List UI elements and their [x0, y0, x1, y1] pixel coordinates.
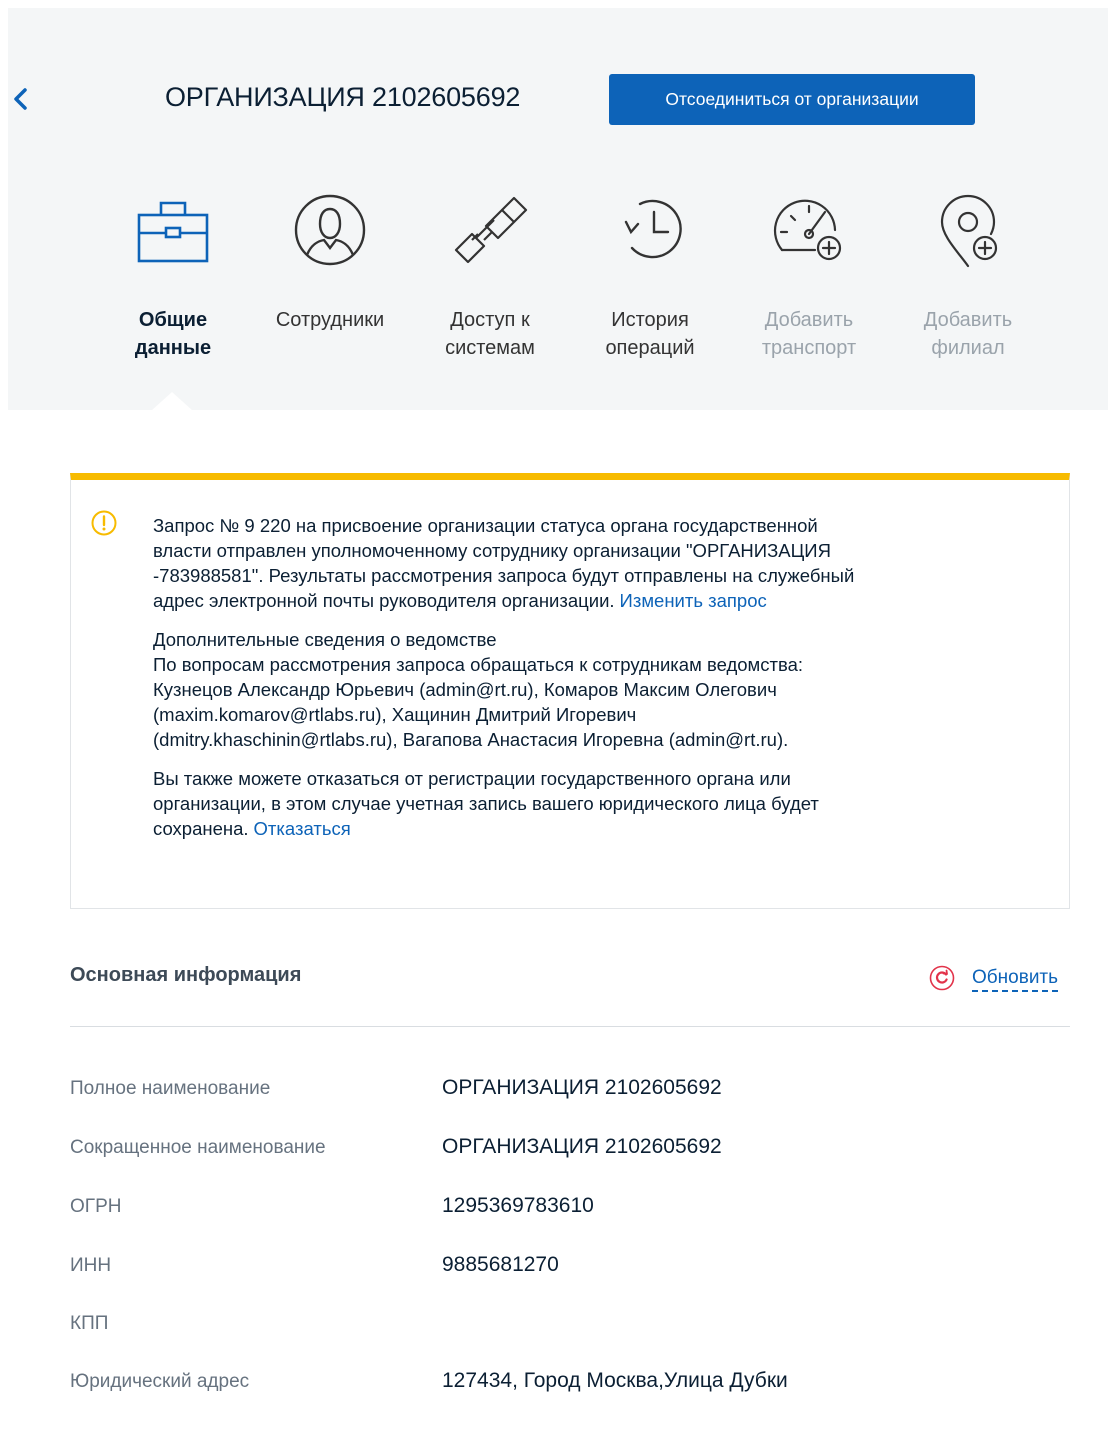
tab-label-line1: Общие	[138, 309, 208, 331]
info-label: ИНН	[70, 1255, 112, 1276]
warning-icon	[91, 510, 117, 536]
tab-add-branch[interactable]: Добавить филиал	[888, 190, 1048, 362]
refresh-icon[interactable]	[929, 965, 955, 991]
user-icon	[294, 194, 366, 266]
briefcase-icon	[137, 201, 209, 263]
info-value: 1295369783610	[442, 1194, 594, 1217]
tab-operations-history[interactable]: История операций	[570, 190, 730, 362]
disconnect-button[interactable]: Отсоединиться от организации	[609, 74, 975, 125]
tab-label-line2: данные	[134, 337, 212, 359]
tab-label-line2: системам	[445, 337, 535, 359]
chain-link-icon	[454, 196, 528, 264]
nav-tabs: Общие данные Сотрудники Доступ к система…	[93, 190, 1053, 370]
alert-line: Кузнецов Александр Юрьевич (admin@rt.ru)…	[153, 679, 777, 700]
alert-line: адрес электронной почты руководителя орг…	[153, 590, 615, 611]
tab-employees[interactable]: Сотрудники	[250, 190, 410, 334]
tab-label-line1: Доступ к	[450, 309, 530, 331]
tab-label-line1: Добавить	[764, 309, 854, 331]
tab-general-data[interactable]: Общие данные	[93, 190, 253, 362]
info-value: 9885681270	[442, 1253, 559, 1276]
speedometer-add-icon	[773, 199, 842, 261]
section-title: Основная информация	[70, 964, 302, 986]
active-tab-pointer	[152, 392, 192, 410]
info-row-ogrn: ОГРН 1295369783610	[70, 1194, 1070, 1226]
tab-label-line2: операций	[605, 337, 695, 359]
alert-box: Запрос № 9 220 на присвоение организации…	[70, 473, 1070, 909]
page-title: ОРГАНИЗАЦИЯ 2102605692	[165, 82, 521, 112]
history-icon	[624, 199, 682, 259]
info-row-kpp: КПП	[70, 1313, 1070, 1343]
tab-label-line1: История	[611, 309, 689, 331]
info-row-inn: ИНН 9885681270	[70, 1253, 1070, 1285]
alert-paragraph-decline: Вы также можете отказаться от регистраци…	[153, 766, 1023, 841]
alert-text: Запрос № 9 220 на присвоение организации…	[153, 513, 1023, 855]
info-label: ОГРН	[70, 1196, 122, 1217]
alert-line: Дополнительные сведения о ведомстве	[153, 629, 497, 650]
alert-line: организации, в этом случае учетная запис…	[153, 793, 819, 814]
info-row-short-name: Сокращенное наименование ОРГАНИЗАЦИЯ 210…	[70, 1135, 1070, 1167]
info-label: КПП	[70, 1313, 109, 1334]
alert-paragraph-request: Запрос № 9 220 на присвоение организации…	[153, 513, 1023, 613]
alert-line: -783988581". Результаты рассмотрения зап…	[153, 565, 855, 586]
alert-line: (dmitry.khaschinin@rtlabs.ru), Вагапова …	[153, 729, 789, 750]
back-chevron-icon[interactable]	[8, 86, 34, 112]
info-label: Сокращенное наименование	[70, 1137, 326, 1158]
alert-line: власти отправлен уполномоченному сотрудн…	[153, 540, 831, 561]
alert-line: Вы также можете отказаться от регистраци…	[153, 768, 791, 789]
alert-line: (maxim.komarov@rtlabs.ru), Хащинин Дмитр…	[153, 704, 637, 725]
info-value: ОРГАНИЗАЦИЯ 2102605692	[442, 1135, 722, 1158]
info-row-full-name: Полное наименование ОРГАНИЗАЦИЯ 21026056…	[70, 1076, 1070, 1108]
info-value: ОРГАНИЗАЦИЯ 2102605692	[442, 1076, 722, 1099]
change-request-link[interactable]: Изменить запрос	[620, 590, 767, 611]
alert-line: сохранена.	[153, 818, 249, 839]
info-label: Юридический адрес	[70, 1371, 250, 1392]
alert-line: По вопросам рассмотрения запроса обращат…	[153, 654, 804, 675]
tab-label-line2: транспорт	[761, 337, 857, 359]
tab-label-line2: филиал	[931, 337, 1005, 359]
refresh-link[interactable]: Обновить	[972, 967, 1059, 992]
tab-label-line1: Добавить	[923, 309, 1013, 331]
tab-add-transport[interactable]: Добавить транспорт	[729, 190, 889, 362]
info-label: Полное наименование	[70, 1078, 271, 1099]
alert-paragraph-contacts: Дополнительные сведения о ведомстве По в…	[153, 627, 1023, 752]
tab-system-access[interactable]: Доступ к системам	[410, 190, 570, 362]
info-value: 127434, Город Москва,Улица Дубки	[442, 1369, 788, 1392]
info-row-legal-address: Юридический адрес 127434, Город Москва,У…	[70, 1369, 1070, 1401]
alert-line: Запрос № 9 220 на присвоение организации…	[153, 515, 818, 536]
tab-label-line1: Сотрудники	[275, 309, 385, 331]
decline-link[interactable]: Отказаться	[254, 818, 351, 839]
section-divider	[70, 1026, 1070, 1027]
location-add-icon	[940, 194, 998, 268]
